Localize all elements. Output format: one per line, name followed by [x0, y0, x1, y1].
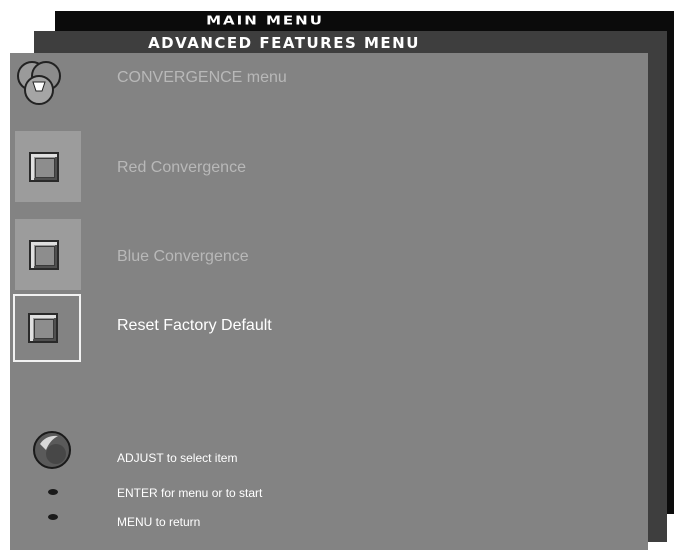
main-menu-title: MAIN MENU — [206, 12, 324, 28]
convergence-menu-title: CONVERGENCE menu — [117, 69, 287, 86]
menu-item-red-convergence[interactable]: Red Convergence — [117, 159, 246, 177]
help-enter: ENTER for menu or to start — [117, 486, 263, 500]
convergence-panel — [10, 53, 648, 550]
enter-button-icon — [48, 489, 58, 495]
menu-button-icon — [48, 514, 58, 520]
square-icon — [29, 152, 59, 182]
square-icon — [28, 313, 58, 343]
help-adjust: ADJUST to select item — [117, 451, 238, 465]
help-menu: MENU to return — [117, 515, 201, 529]
menu-item-reset-factory-default[interactable]: Reset Factory Default — [117, 317, 272, 335]
red-convergence-tile[interactable] — [15, 131, 81, 202]
rgb-circles-icon — [17, 61, 61, 105]
advanced-features-title: ADVANCED FEATURES MENU — [148, 34, 420, 52]
reset-factory-default-tile[interactable] — [13, 294, 81, 362]
blue-convergence-tile[interactable] — [15, 219, 81, 290]
square-icon — [29, 240, 59, 270]
menu-item-blue-convergence[interactable]: Blue Convergence — [117, 248, 249, 266]
adjust-knob-icon — [33, 431, 71, 469]
